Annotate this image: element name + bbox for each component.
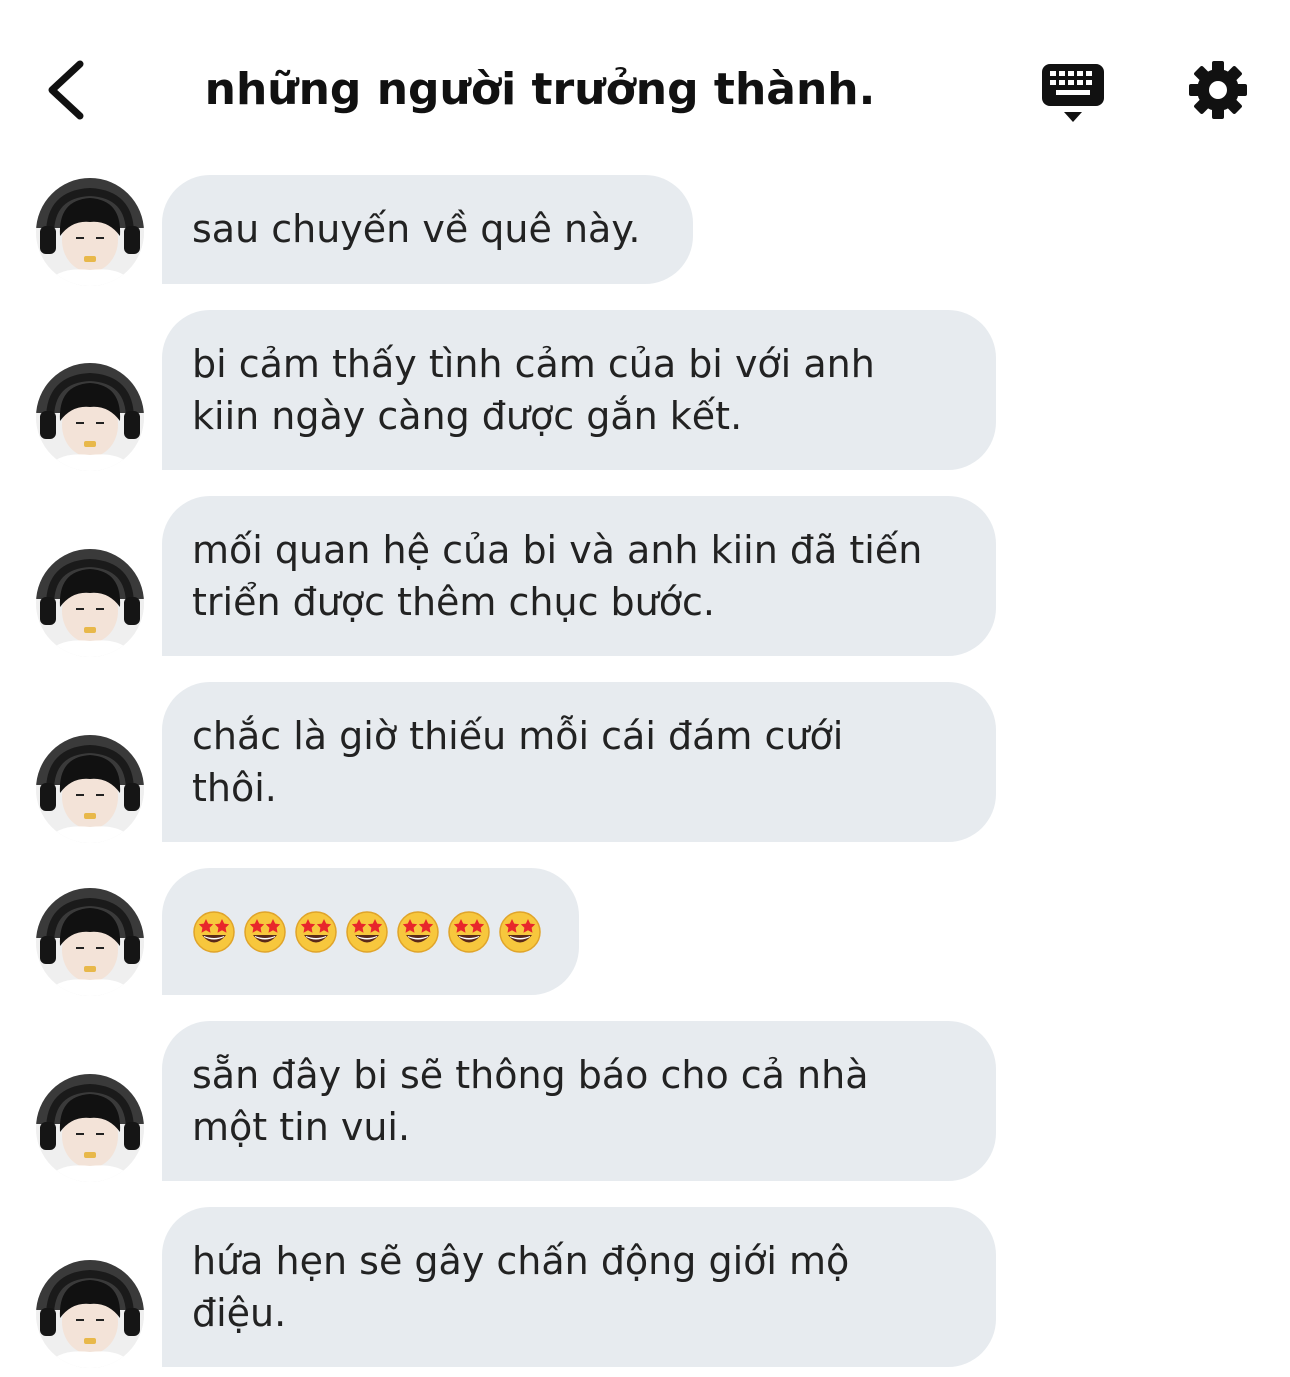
message-text: sau chuyến về quê này. xyxy=(192,207,641,251)
message-text: chắc là giờ thiếu mỗi cái đám cưới thôi. xyxy=(192,714,844,810)
message-bubble[interactable]: hứa hẹn sẽ gây chấn động giới mộ điệu. xyxy=(162,1207,996,1367)
message-text: hứa hẹn sẽ gây chấn động giới mộ điệu. xyxy=(192,1239,850,1335)
message-text: bi cảm thấy tình cảm của bi với anh kiin… xyxy=(192,342,875,438)
avatar[interactable] xyxy=(36,1074,144,1182)
keyboard-icon xyxy=(1042,64,1104,122)
star-struck-emoji-icon xyxy=(345,910,389,954)
chat-title: những người trưởng thành. xyxy=(204,64,876,115)
settings-button[interactable] xyxy=(1178,50,1258,130)
back-button[interactable] xyxy=(30,50,110,130)
avatar[interactable] xyxy=(36,888,144,996)
message-bubble[interactable]: chắc là giờ thiếu mỗi cái đám cưới thôi. xyxy=(162,682,996,842)
star-struck-emoji-icon xyxy=(192,910,236,954)
avatar[interactable] xyxy=(36,178,144,286)
avatar[interactable] xyxy=(36,735,144,843)
avatar[interactable] xyxy=(36,549,144,657)
message-bubble[interactable]: mối quan hệ của bi và anh kiin đã tiến t… xyxy=(162,496,996,656)
avatar[interactable] xyxy=(36,1260,144,1368)
star-struck-emoji-icon xyxy=(294,910,338,954)
gear-icon xyxy=(1189,61,1247,119)
emoji-message-bubble[interactable] xyxy=(162,868,579,995)
star-struck-emoji-icon xyxy=(447,910,491,954)
emoji-row xyxy=(192,868,549,995)
avatar[interactable] xyxy=(36,363,144,471)
message-text: sẵn đây bi sẽ thông báo cho cả nhà một t… xyxy=(192,1053,869,1149)
message-bubble[interactable]: bi cảm thấy tình cảm của bi với anh kiin… xyxy=(162,310,996,470)
chat-header: những người trưởng thành. xyxy=(0,0,1290,170)
star-struck-emoji-icon xyxy=(243,910,287,954)
chevron-left-icon xyxy=(48,60,84,120)
star-struck-emoji-icon xyxy=(498,910,542,954)
keyboard-button[interactable] xyxy=(1034,56,1114,130)
star-struck-emoji-icon xyxy=(396,910,440,954)
message-text: mối quan hệ của bi và anh kiin đã tiến t… xyxy=(192,528,923,624)
message-bubble[interactable]: sau chuyến về quê này. xyxy=(162,175,693,284)
message-bubble[interactable]: sẵn đây bi sẽ thông báo cho cả nhà một t… xyxy=(162,1021,996,1181)
